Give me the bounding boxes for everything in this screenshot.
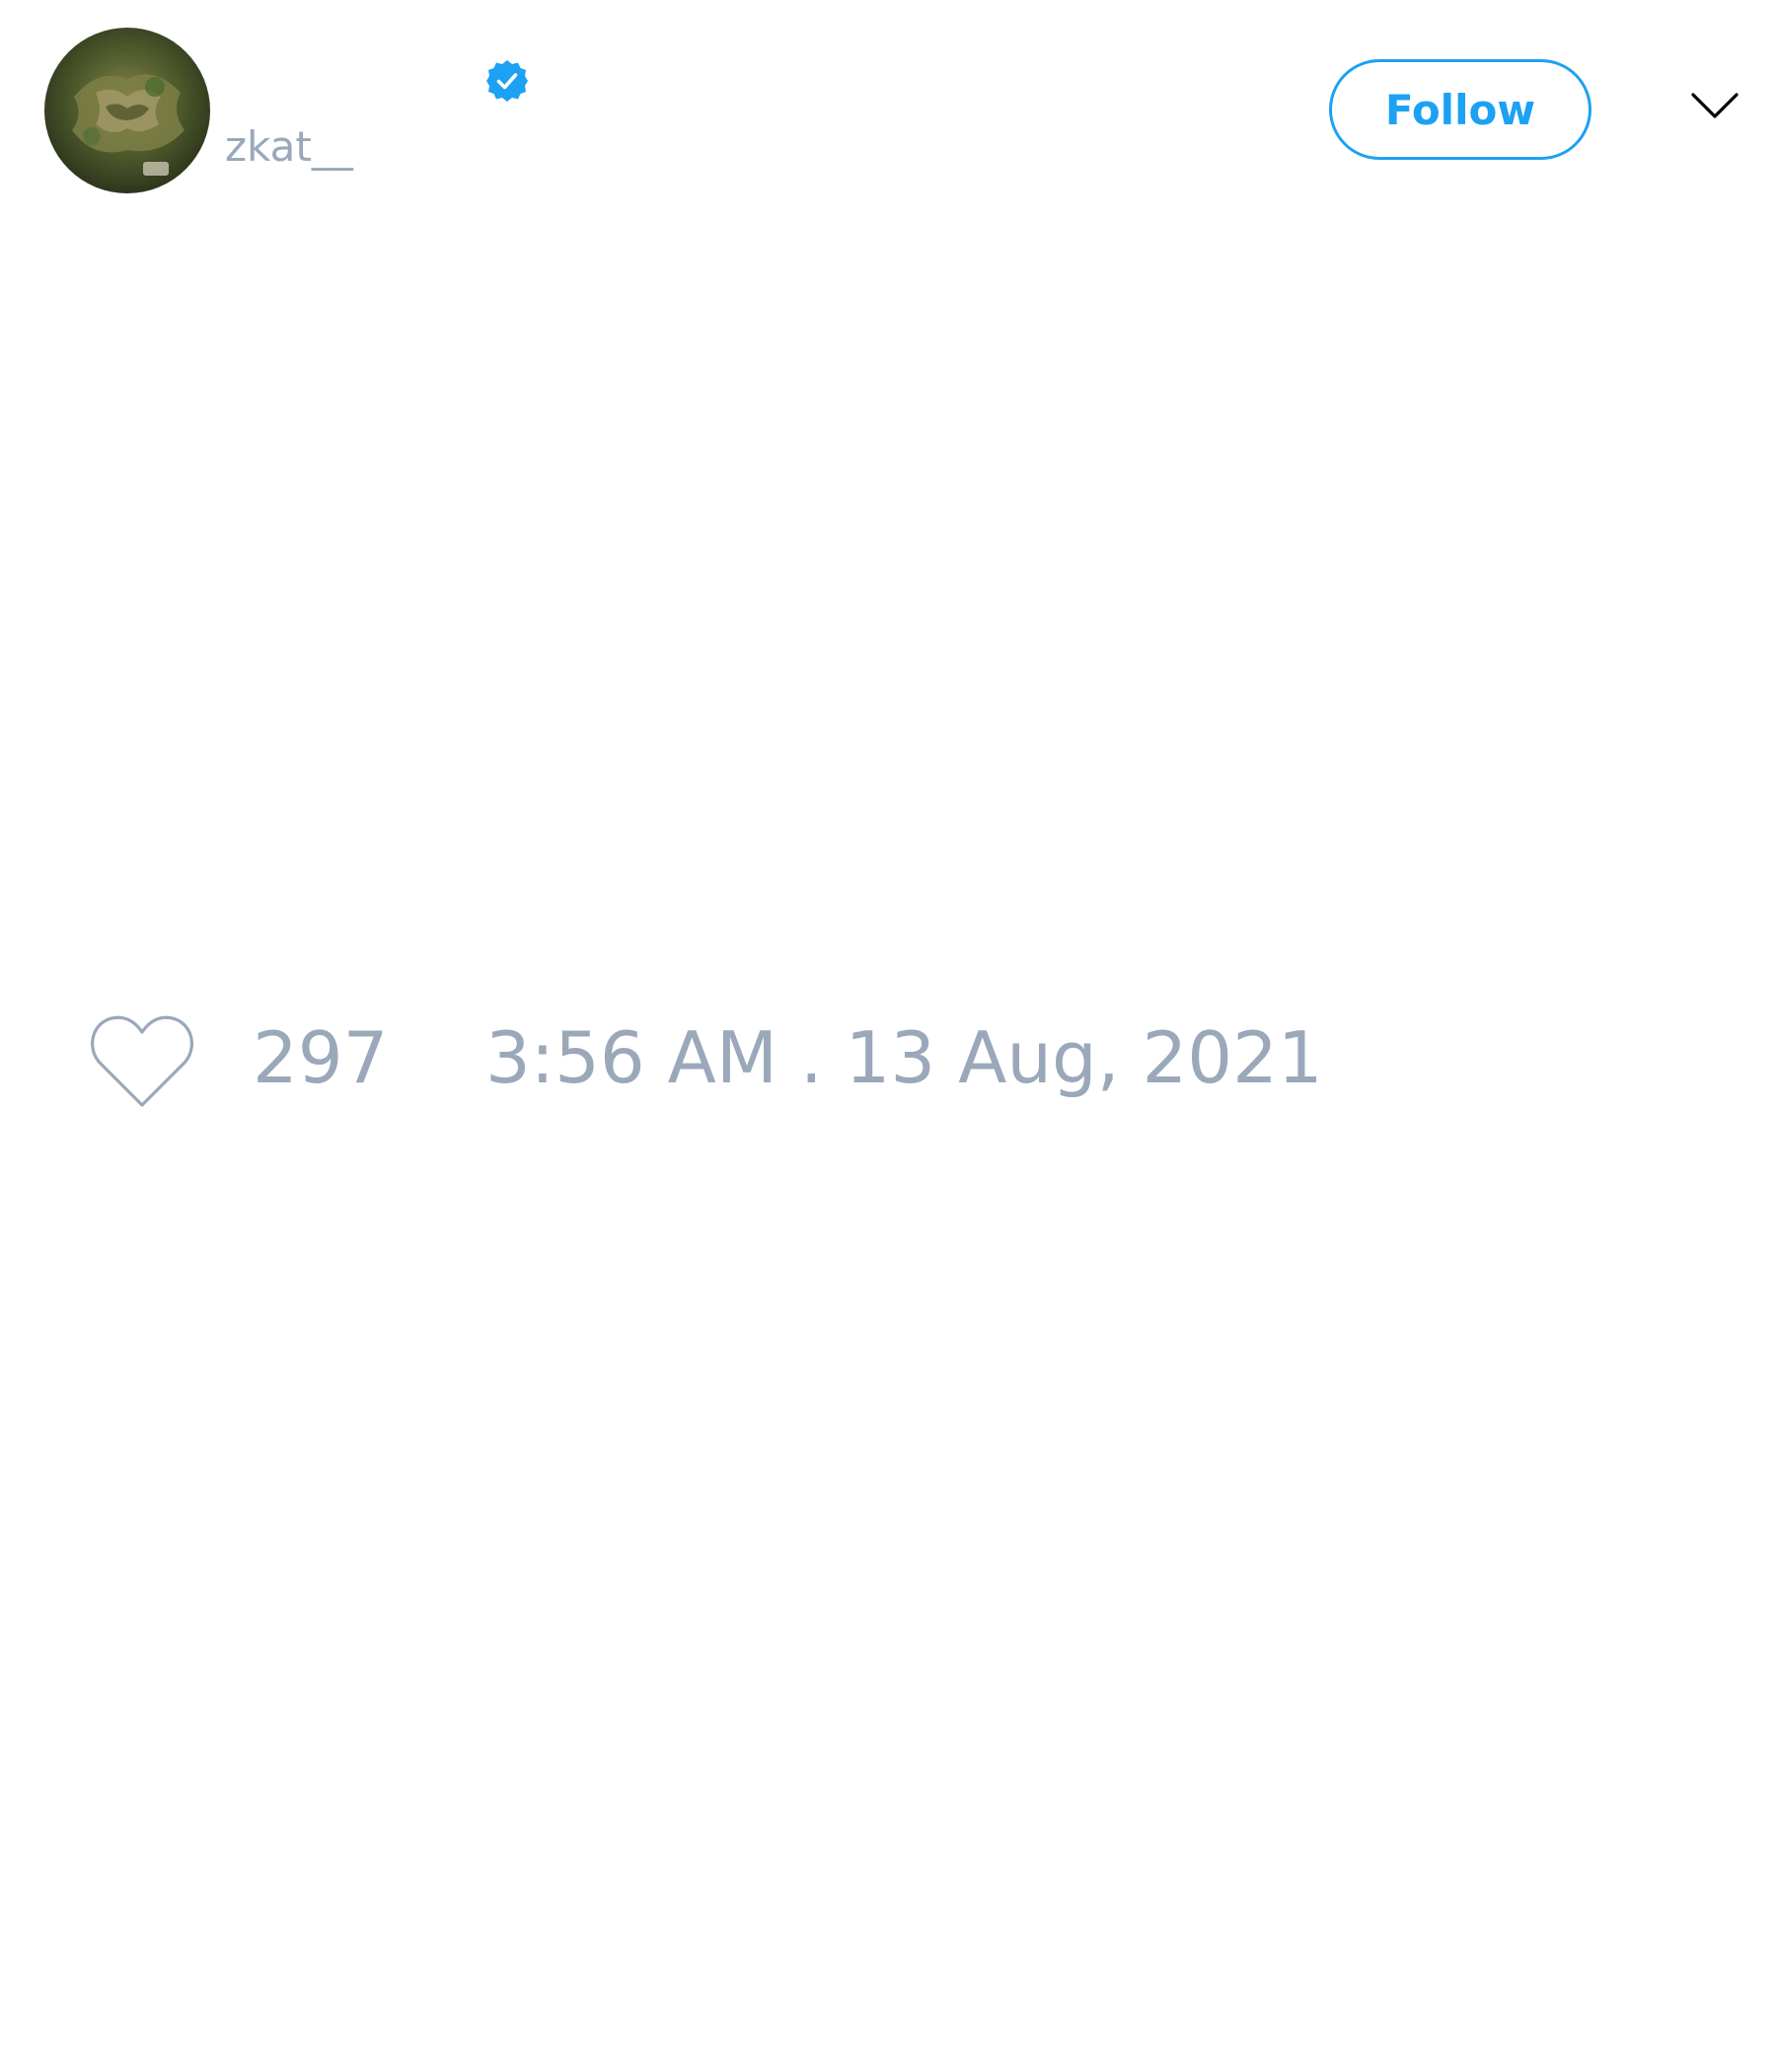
avatar-image	[72, 74, 185, 176]
avatar[interactable]	[44, 28, 210, 193]
verified-badge-icon	[484, 58, 530, 104]
heart-icon[interactable]	[89, 1014, 195, 1109]
tweet-timestamp[interactable]: 3:56 AM . 13 Aug, 2021	[485, 1022, 1323, 1093]
like-count: 297	[253, 1016, 389, 1099]
user-handle[interactable]: zkat__	[225, 126, 353, 168]
tweet-card: zkat__ Follow 297 3:56 AM . 13 Aug, 2021	[0, 0, 1776, 2072]
chevron-down-icon[interactable]	[1690, 91, 1739, 120]
follow-button[interactable]: Follow	[1329, 59, 1591, 160]
